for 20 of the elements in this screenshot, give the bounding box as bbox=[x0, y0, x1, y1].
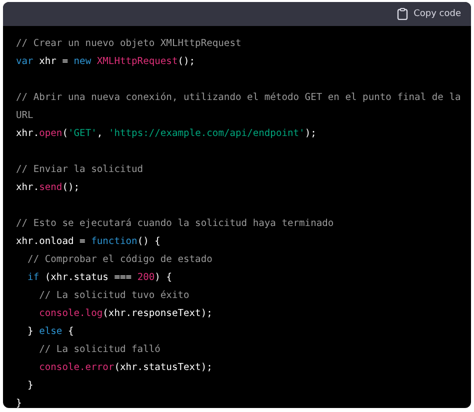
code-line: } bbox=[26, 379, 34, 393]
code-line: console.error(xhr.statusText); bbox=[38, 361, 212, 375]
code-line: // Crear un nuevo objeto XMLHttpRequest bbox=[16, 37, 242, 51]
code-line: // La solicitud tuvo éxito bbox=[38, 289, 190, 303]
code-line: xhr.send(); bbox=[16, 181, 80, 195]
code-line: console.log(xhr.responseText); bbox=[38, 307, 212, 321]
code-line: // Abrir una nueva conexión, utilizando el método GET en el punto final de la bbox=[16, 91, 461, 105]
code-line: } bbox=[16, 397, 22, 408]
copy-code-button[interactable]: Copy code bbox=[396, 6, 461, 22]
code-line: } else { bbox=[26, 325, 74, 339]
code-line: xhr.open('GET', 'https://example.com/api/endpoint'); bbox=[16, 127, 316, 141]
code-line: URL bbox=[16, 109, 34, 123]
code-line: if (xhr.status === 200) { bbox=[26, 271, 172, 285]
code-line: var xhr = new XMLHttpRequest(); bbox=[16, 55, 196, 69]
code-line: // Enviar la solicitud bbox=[16, 163, 144, 177]
code-line: // Esto se ejecutará cuando la solicitud haya terminado bbox=[16, 217, 334, 231]
clipboard-icon bbox=[396, 8, 408, 20]
code-line: xhr.onload = function() { bbox=[16, 235, 160, 249]
code-line: // La solicitud falló bbox=[38, 343, 160, 357]
code-line: // Comprobar el código de estado bbox=[26, 253, 212, 267]
